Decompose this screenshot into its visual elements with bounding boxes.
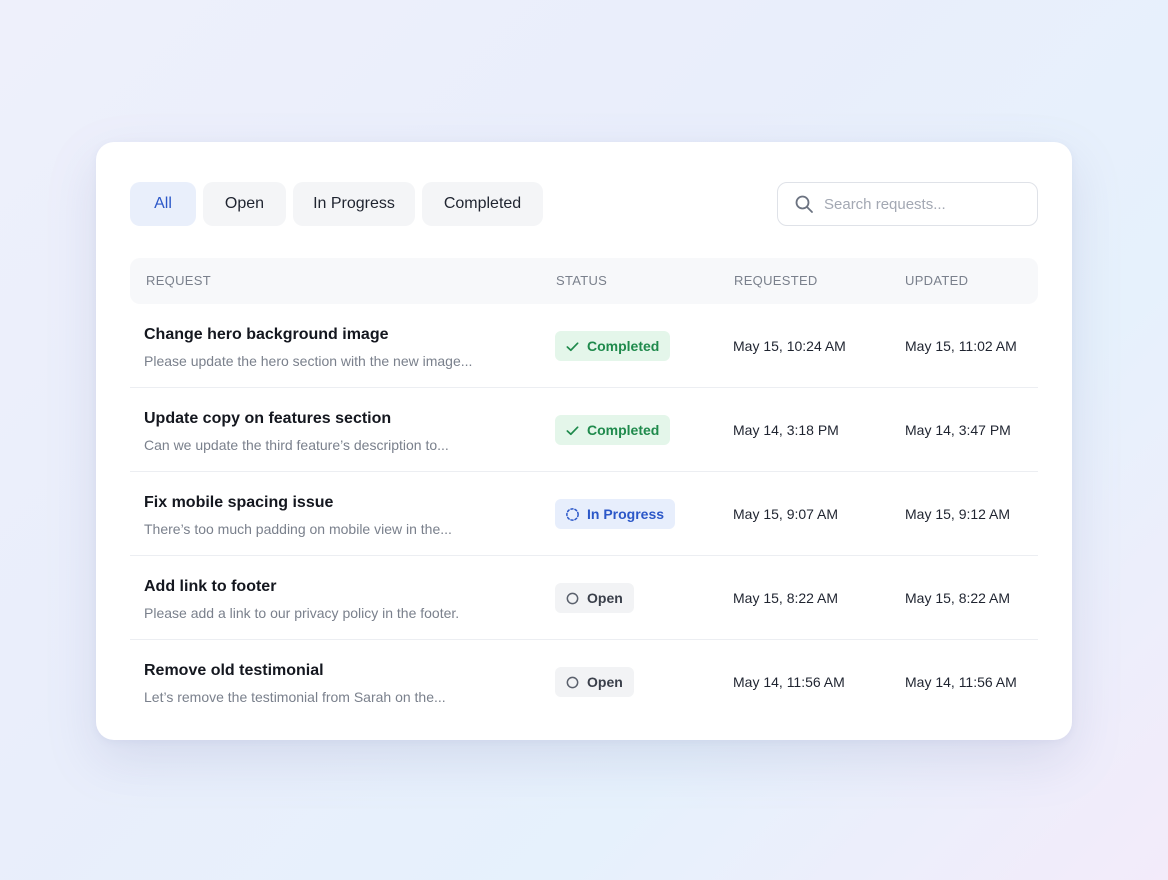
search-box[interactable]: [777, 182, 1038, 226]
request-description: Let’s remove the testimonial from Sarah …: [144, 689, 446, 705]
updated-time: May 14, 11:56 AM: [905, 674, 1017, 690]
tab-in-progress[interactable]: In Progress: [293, 182, 415, 226]
status-badge: In Progress: [555, 499, 676, 529]
request-title: Fix mobile spacing issue: [144, 494, 334, 511]
table-row[interactable]: Change hero background image Please upda…: [130, 304, 1038, 388]
status-label: Completed: [587, 338, 660, 354]
table-row[interactable]: Fix mobile spacing issue There’s too muc…: [130, 472, 1038, 556]
check-icon: [566, 341, 579, 351]
check-icon: [566, 425, 579, 435]
tab-open[interactable]: Open: [203, 182, 286, 226]
spinner-icon: [566, 507, 579, 521]
status-label: Open: [587, 590, 623, 606]
column-header-requested[interactable]: REQUESTED: [734, 273, 818, 288]
updated-time: May 15, 11:02 AM: [905, 338, 1017, 354]
tab-completed[interactable]: Completed: [422, 182, 543, 226]
tab-all[interactable]: All: [130, 182, 196, 226]
request-title: Remove old testimonial: [144, 662, 324, 679]
requested-time: May 14, 3:18 PM: [733, 422, 839, 438]
request-title: Add link to footer: [144, 578, 277, 595]
circle-icon: [566, 676, 579, 688]
request-description: Please update the hero section with the …: [144, 353, 473, 369]
status-label: Completed: [587, 422, 660, 438]
request-description: Can we update the third feature’s descri…: [144, 437, 449, 453]
updated-time: May 15, 8:22 AM: [905, 590, 1011, 606]
request-description: Please add a link to our privacy policy …: [144, 605, 460, 621]
table-header: REQUEST STATUS REQUESTED UPDATED: [130, 258, 1038, 304]
status-label: Open: [587, 674, 623, 690]
updated-time: May 14, 3:47 PM: [905, 422, 1011, 438]
table-row[interactable]: Update copy on features section Can we u…: [130, 388, 1038, 472]
table-row[interactable]: Remove old testimonial Let’s remove the …: [130, 640, 1038, 724]
column-header-status[interactable]: STATUS: [556, 273, 607, 288]
request-list: Change hero background image Please upda…: [130, 304, 1038, 724]
requested-time: May 15, 10:24 AM: [733, 338, 846, 354]
requested-time: May 15, 8:22 AM: [733, 590, 839, 606]
request-title: Change hero background image: [144, 326, 389, 343]
circle-icon: [566, 592, 579, 604]
status-badge: Open: [555, 583, 634, 613]
status-badge: Open: [555, 667, 634, 697]
status-badge: Completed: [555, 331, 671, 361]
requested-time: May 15, 9:07 AM: [733, 506, 839, 522]
request-description: There’s too much padding on mobile view …: [144, 521, 452, 537]
search-icon: [795, 195, 813, 213]
request-title: Update copy on features section: [144, 410, 392, 427]
column-header-request[interactable]: REQUEST: [146, 273, 211, 288]
filter-tabs: All Open In Progress Completed: [130, 182, 543, 226]
table-row[interactable]: Add link to footer Please add a link to …: [130, 556, 1038, 640]
status-badge: Completed: [555, 415, 671, 445]
requests-card: All Open In Progress Completed REQUEST S…: [96, 142, 1072, 740]
requested-time: May 14, 11:56 AM: [733, 674, 845, 690]
column-header-updated[interactable]: UPDATED: [905, 273, 968, 288]
search-input[interactable]: [824, 195, 1024, 213]
updated-time: May 15, 9:12 AM: [905, 506, 1011, 522]
status-label: In Progress: [587, 506, 665, 522]
